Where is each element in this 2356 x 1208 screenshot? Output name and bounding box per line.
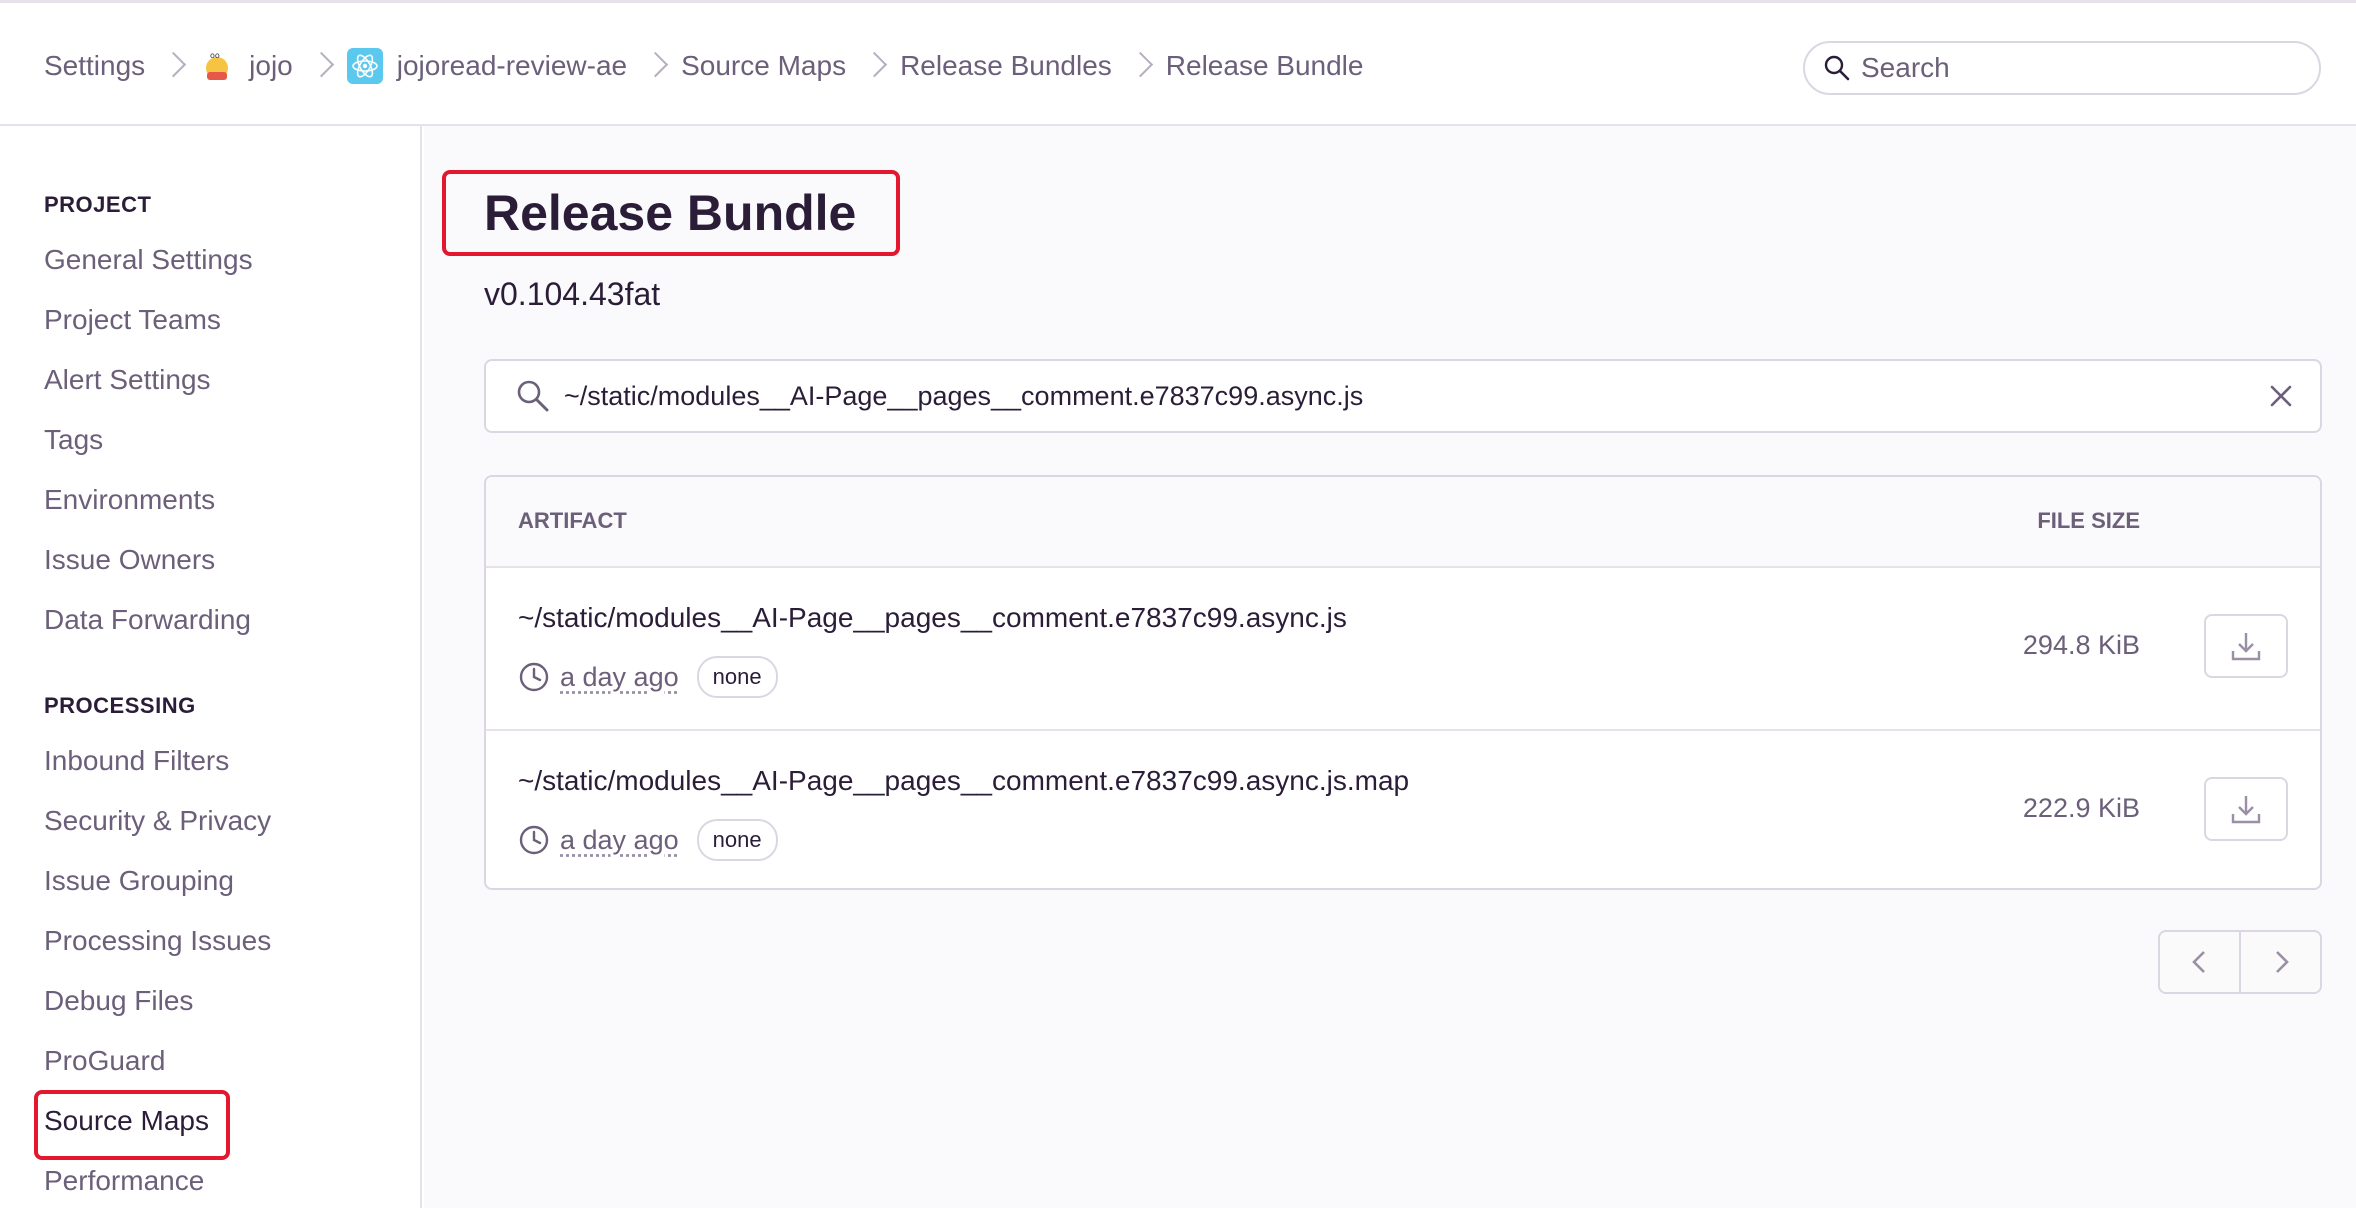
- artifact-meta: a day ago none: [518, 656, 778, 698]
- breadcrumb-release-bundles[interactable]: Release Bundles: [900, 50, 1166, 82]
- clock-icon: [519, 662, 549, 692]
- breadcrumb-settings[interactable]: Settings: [44, 50, 199, 82]
- artifact-time[interactable]: a day ago: [560, 662, 679, 693]
- table-header: ARTIFACT FILE SIZE: [486, 477, 2320, 568]
- search-icon: [1824, 55, 1850, 81]
- chevron-right-icon: [308, 51, 334, 78]
- sidebar-item-data-forwarding[interactable]: Data Forwarding: [44, 604, 251, 636]
- chevron-right-icon: [1127, 51, 1153, 78]
- breadcrumb-project[interactable]: jojoread-review-ae: [346, 48, 681, 84]
- sidebar-heading-processing: PROCESSING: [44, 693, 196, 718]
- sidebar-item-processing-issues[interactable]: Processing Issues: [44, 925, 271, 957]
- sidebar-item-inbound-filters[interactable]: Inbound Filters: [44, 745, 229, 777]
- artifact-size: 294.8 KiB: [2022, 630, 2140, 660]
- table-row: ~/static/modules__AI-Page__pages__commen…: [486, 568, 2320, 731]
- dist-badge: none: [696, 656, 778, 698]
- previous-page-button[interactable]: [2158, 930, 2240, 994]
- artifact-time[interactable]: a day ago: [560, 825, 679, 856]
- breadcrumb-label[interactable]: jojo: [249, 50, 293, 82]
- clock-icon: [519, 825, 549, 855]
- download-button[interactable]: [2204, 614, 2288, 678]
- sidebar-item-proguard[interactable]: ProGuard: [44, 1045, 165, 1077]
- breadcrumb-label[interactable]: Release Bundles: [900, 50, 1112, 82]
- dist-badge: none: [696, 819, 778, 861]
- sidebar-item-alert-settings[interactable]: Alert Settings: [44, 364, 211, 396]
- artifact-size: 222.9 KiB: [2022, 793, 2140, 823]
- global-search-input[interactable]: Search: [1803, 41, 2321, 95]
- svg-text:oo: oo: [210, 51, 220, 60]
- breadcrumb-org[interactable]: oo jojo: [199, 48, 347, 84]
- breadcrumb-label[interactable]: Source Maps: [681, 50, 846, 82]
- sidebar-item-security-privacy[interactable]: Security & Privacy: [44, 805, 271, 837]
- sidebar-item-tags[interactable]: Tags: [44, 424, 103, 456]
- chevron-right-icon: [160, 51, 187, 78]
- download-icon: [2231, 633, 2261, 661]
- artifact-name: ~/static/modules__AI-Page__pages__commen…: [518, 602, 1347, 633]
- sidebar-item-performance[interactable]: Performance: [44, 1165, 204, 1197]
- artifact-search-input[interactable]: ~/static/modules__AI-Page__pages__commen…: [484, 359, 2322, 433]
- highlight-box: [442, 170, 900, 256]
- download-icon: [2231, 796, 2261, 824]
- close-icon[interactable]: [2264, 379, 2298, 413]
- artifacts-table: ARTIFACT FILE SIZE ~/static/modules__AI-…: [484, 475, 2322, 890]
- chevron-right-icon: [2275, 951, 2289, 973]
- download-button[interactable]: [2204, 777, 2288, 841]
- search-icon: [517, 380, 549, 412]
- sidebar-item-environments[interactable]: Environments: [44, 484, 215, 516]
- chevron-right-icon: [642, 51, 669, 78]
- sidebar-item-project-teams[interactable]: Project Teams: [44, 304, 221, 336]
- settings-sidebar: PROJECT General Settings Project Teams A…: [0, 126, 422, 1208]
- sidebar-item-issue-owners[interactable]: Issue Owners: [44, 544, 215, 576]
- next-page-button[interactable]: [2240, 930, 2322, 994]
- highlight-box: [34, 1090, 230, 1160]
- chevron-right-icon: [861, 51, 888, 78]
- sidebar-item-debug-files[interactable]: Debug Files: [44, 985, 193, 1017]
- breadcrumb-label[interactable]: Settings: [44, 50, 145, 82]
- sidebar-heading-project: PROJECT: [44, 192, 152, 217]
- chevron-left-icon: [2191, 951, 2205, 973]
- column-header-file-size: FILE SIZE: [2037, 508, 2140, 533]
- top-bar: Settings oo jojo jojoread-review-ae Sour…: [0, 0, 2356, 126]
- breadcrumb-source-maps[interactable]: Source Maps: [681, 50, 900, 82]
- column-header-artifact: ARTIFACT: [518, 508, 627, 533]
- search-placeholder: Search: [1861, 52, 1950, 83]
- artifact-meta: a day ago none: [518, 819, 778, 861]
- pagination: [2158, 930, 2322, 994]
- breadcrumb: Settings oo jojo jojoread-review-ae Sour…: [44, 3, 1363, 129]
- main-content: Release Bundle v0.104.43fat ~/static/mod…: [424, 126, 2356, 1208]
- artifact-name: ~/static/modules__AI-Page__pages__commen…: [518, 765, 1410, 796]
- org-avatar-icon: oo: [199, 48, 235, 84]
- breadcrumb-label: Release Bundle: [1165, 50, 1364, 81]
- sidebar-item-issue-grouping[interactable]: Issue Grouping: [44, 865, 234, 897]
- release-version: v0.104.43fat: [484, 276, 661, 312]
- react-icon: [346, 48, 383, 84]
- breadcrumb-release-bundle: Release Bundle: [1166, 50, 1364, 82]
- table-row: ~/static/modules__AI-Page__pages__commen…: [486, 731, 2320, 892]
- artifact-search-value[interactable]: ~/static/modules__AI-Page__pages__commen…: [564, 381, 1363, 412]
- breadcrumb-label[interactable]: jojoread-review-ae: [397, 50, 627, 82]
- sidebar-item-general-settings[interactable]: General Settings: [44, 244, 253, 276]
